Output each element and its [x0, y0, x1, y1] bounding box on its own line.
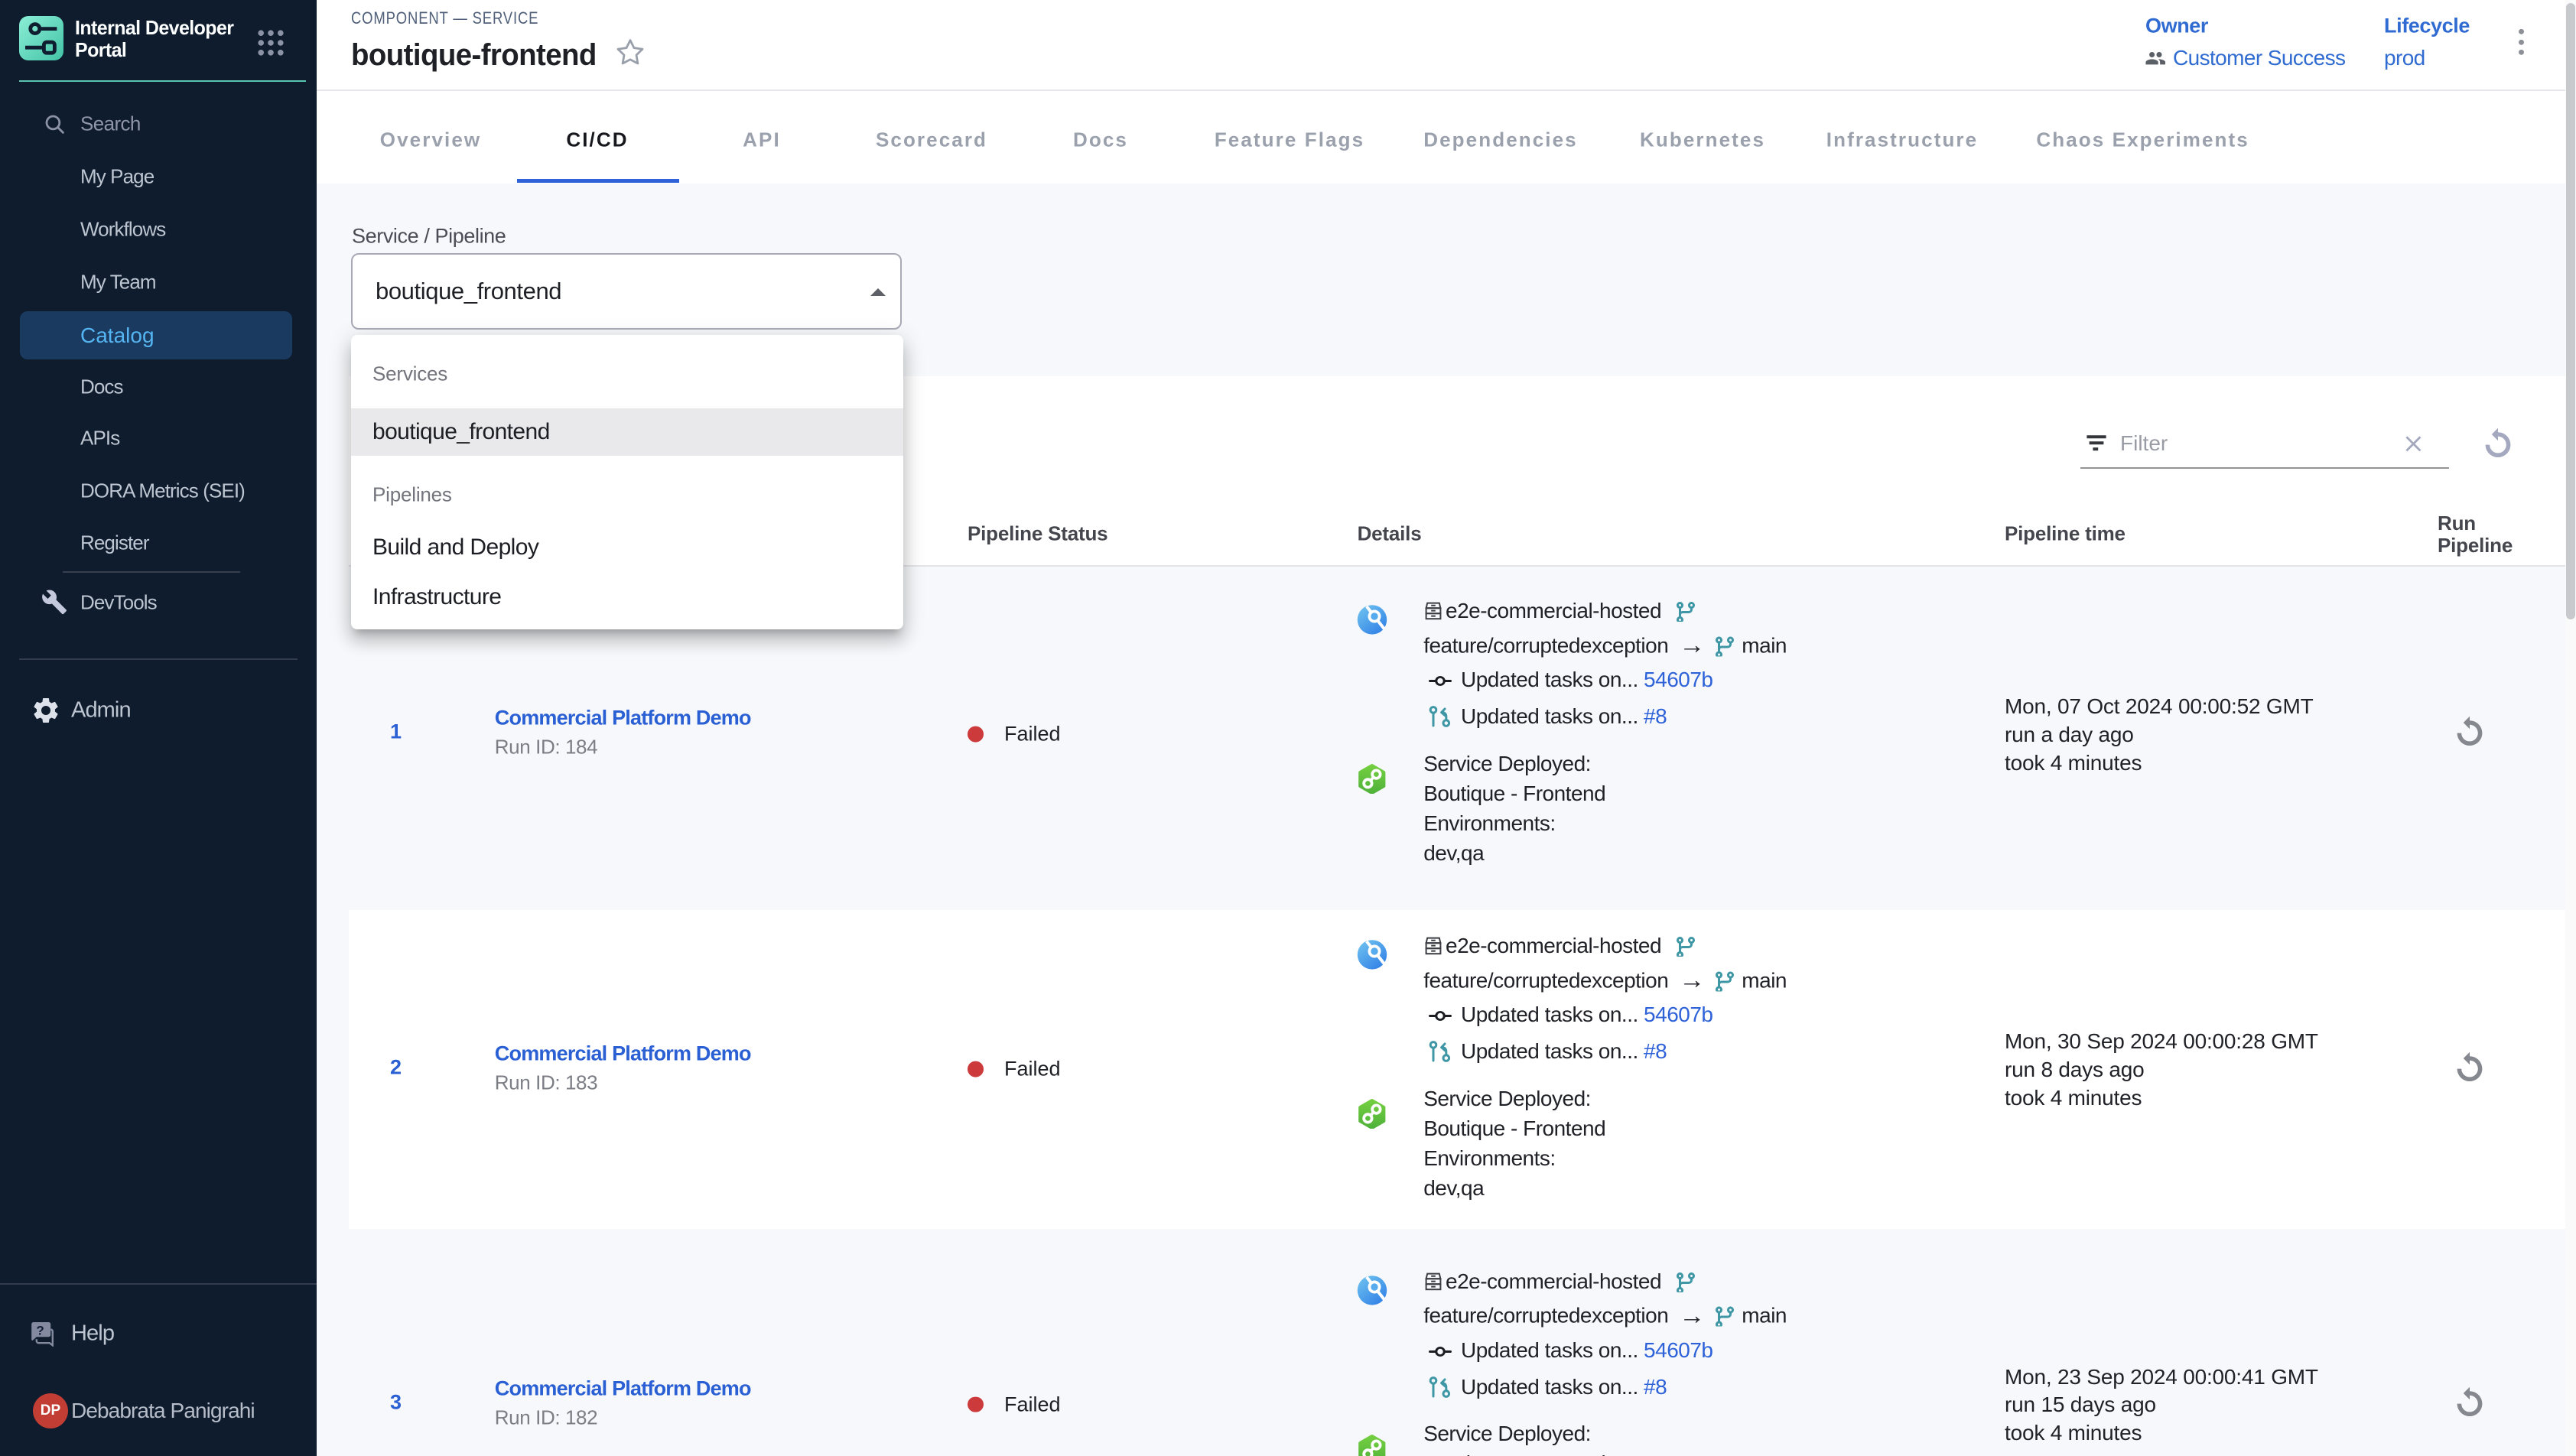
svg-text:?: ? [36, 1324, 44, 1338]
